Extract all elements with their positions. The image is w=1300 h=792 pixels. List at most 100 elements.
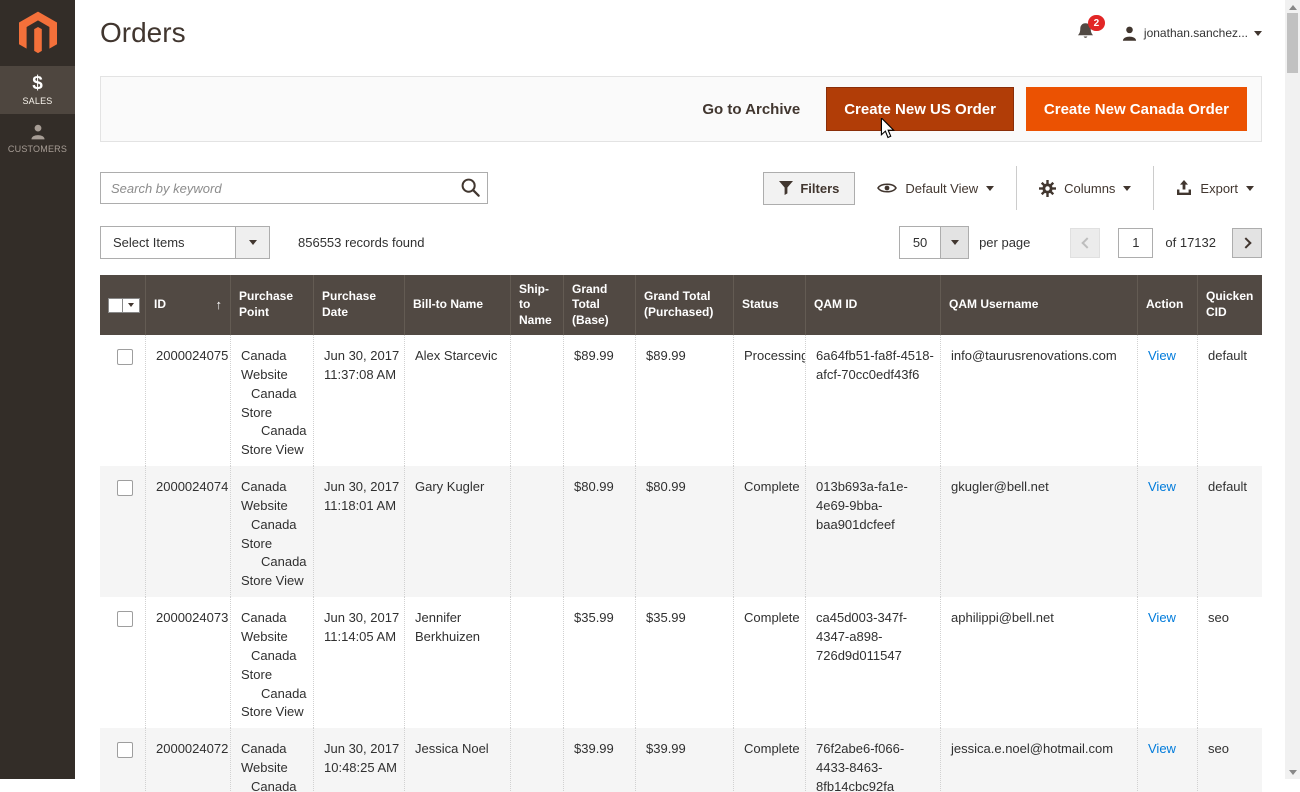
- select-all-control[interactable]: [108, 298, 140, 313]
- cell-grand-total-purchased: $39.99: [635, 728, 733, 792]
- cell-status: Complete: [733, 597, 805, 728]
- per-page-dropdown[interactable]: 50: [899, 226, 969, 259]
- cell-bill-to-name: Alex Starcevic: [404, 335, 510, 466]
- view-selector[interactable]: Default View: [869, 181, 1002, 196]
- store-group: Canada Store: [241, 778, 309, 792]
- page-title: Orders: [100, 17, 186, 49]
- scroll-down-arrow-icon[interactable]: [1285, 765, 1300, 779]
- scroll-up-arrow-icon[interactable]: [1285, 0, 1300, 14]
- row-checkbox[interactable]: [117, 611, 133, 627]
- column-header-purchase-date[interactable]: Purchase Date: [313, 275, 404, 335]
- search-input[interactable]: [100, 172, 488, 204]
- magento-logo[interactable]: [0, 0, 75, 66]
- cell-ship-to-name: [510, 728, 563, 792]
- sidebar-item-customers[interactable]: CUSTOMERS: [0, 114, 75, 162]
- magento-logo-icon: [19, 11, 57, 55]
- store-website: Canada Website: [241, 478, 309, 516]
- records-found-text: 856553 records found: [298, 235, 424, 250]
- per-page-value: 50: [900, 235, 940, 250]
- view-order-link[interactable]: View: [1148, 610, 1176, 625]
- export-icon: [1176, 180, 1192, 196]
- store-view: Canada Store View: [241, 422, 309, 460]
- current-page-input[interactable]: [1118, 228, 1153, 258]
- scrollbar-thumb[interactable]: [1287, 13, 1298, 73]
- store-website: Canada Website: [241, 740, 309, 778]
- column-header-status[interactable]: Status: [733, 275, 805, 335]
- notifications-button[interactable]: 2: [1076, 22, 1095, 44]
- create-new-us-order-button[interactable]: Create New US Order: [826, 87, 1014, 131]
- sort-ascending-icon[interactable]: ↑: [216, 297, 223, 314]
- column-header-purchase-point[interactable]: Purchase Point: [230, 275, 313, 335]
- cell-purchase-date: Jun 30, 2017 10:48:25 AM: [313, 728, 404, 792]
- columns-selector[interactable]: Columns: [1031, 180, 1139, 197]
- table-row: 2000024072 Canada Website Canada Store C…: [100, 728, 1262, 792]
- cell-purchase-date: Jun 30, 2017 11:18:01 AM: [313, 466, 404, 597]
- cell-ship-to-name: [510, 466, 563, 597]
- cell-quicken-cid: default: [1197, 466, 1262, 597]
- page-actions-toolbar: Go to Archive Create New US Order Create…: [100, 76, 1262, 142]
- create-new-canada-order-button[interactable]: Create New Canada Order: [1026, 87, 1247, 131]
- per-page-label: per page: [979, 235, 1030, 250]
- row-checkbox[interactable]: [117, 349, 133, 365]
- row-checkbox[interactable]: [117, 742, 133, 758]
- cell-purchase-point: Canada Website Canada Store Canada Store…: [230, 728, 313, 792]
- select-all-checkbox[interactable]: [108, 298, 123, 313]
- column-header-qam-username[interactable]: QAM Username: [940, 275, 1137, 335]
- filters-button[interactable]: Filters: [763, 172, 855, 205]
- column-header-quicken-cid[interactable]: Quicken CID: [1197, 275, 1262, 335]
- main-content: Orders 2 jonathan.sanchez... Go to Archi…: [75, 0, 1285, 779]
- cell-qam-id: 6a64fb51-fa8f-4518-afcf-70cc0edf43f6: [805, 335, 940, 466]
- page-header: Orders 2 jonathan.sanchez...: [75, 0, 1285, 66]
- vertical-scrollbar[interactable]: [1285, 0, 1300, 779]
- cell-ship-to-name: [510, 335, 563, 466]
- cell-quicken-cid: seo: [1197, 728, 1262, 792]
- column-header-qam-id[interactable]: QAM ID: [805, 275, 940, 335]
- chevron-down-icon: [235, 227, 269, 258]
- notification-count-badge: 2: [1088, 15, 1105, 31]
- cell-purchase-point: Canada Website Canada Store Canada Store…: [230, 597, 313, 728]
- sidebar-item-label: SALES: [22, 96, 52, 106]
- grid-filter-bar: Filters Default View: [100, 166, 1262, 210]
- select-items-dropdown[interactable]: Select Items: [100, 226, 270, 259]
- export-button[interactable]: Export: [1168, 180, 1262, 196]
- view-order-link[interactable]: View: [1148, 741, 1176, 756]
- cell-purchase-point: Canada Website Canada Store Canada Store…: [230, 335, 313, 466]
- chevron-right-icon: [1240, 237, 1251, 248]
- grid-body: 2000024075 Canada Website Canada Store C…: [100, 335, 1262, 792]
- admin-sidebar: $ SALES CUSTOMERS: [0, 0, 75, 779]
- view-label: Default View: [905, 181, 978, 196]
- column-header-grand-total-purchased[interactable]: Grand Total (Purchased): [635, 275, 733, 335]
- chevron-down-icon[interactable]: [123, 298, 140, 313]
- admin-user-menu[interactable]: jonathan.sanchez...: [1121, 25, 1262, 42]
- table-row: 2000024074 Canada Website Canada Store C…: [100, 466, 1262, 597]
- store-website: Canada Website: [241, 347, 309, 385]
- view-order-link[interactable]: View: [1148, 479, 1176, 494]
- next-page-button[interactable]: [1232, 228, 1262, 258]
- columns-label: Columns: [1064, 181, 1115, 196]
- previous-page-button: [1070, 228, 1100, 258]
- search-icon[interactable]: [460, 177, 481, 201]
- cell-grand-total-purchased: $80.99: [635, 466, 733, 597]
- cell-order-id: 2000024075: [145, 335, 230, 466]
- cell-purchase-date: Jun 30, 2017 11:37:08 AM: [313, 335, 404, 466]
- cell-qam-username: aphilippi@bell.net: [940, 597, 1137, 728]
- column-header-bill-to-name[interactable]: Bill-to Name: [404, 275, 510, 335]
- dollar-icon: $: [32, 74, 43, 93]
- cell-order-id: 2000024072: [145, 728, 230, 792]
- column-header-id[interactable]: ID ↑: [145, 275, 230, 335]
- view-order-link[interactable]: View: [1148, 348, 1176, 363]
- row-checkbox[interactable]: [117, 480, 133, 496]
- cell-order-id: 2000024074: [145, 466, 230, 597]
- column-header-grand-total-base[interactable]: Grand Total (Base): [563, 275, 635, 335]
- cell-qam-username: info@taurusrenovations.com: [940, 335, 1137, 466]
- table-row: 2000024073 Canada Website Canada Store C…: [100, 597, 1262, 728]
- export-label: Export: [1200, 181, 1238, 196]
- chevron-left-icon: [1081, 237, 1092, 248]
- store-website: Canada Website: [241, 609, 309, 647]
- column-header-ship-to-name[interactable]: Ship-to Name: [510, 275, 563, 335]
- store-view: Canada Store View: [241, 553, 309, 591]
- sidebar-item-sales[interactable]: $ SALES: [0, 66, 75, 114]
- cell-purchase-point: Canada Website Canada Store Canada Store…: [230, 466, 313, 597]
- select-items-label: Select Items: [101, 235, 235, 250]
- go-to-archive-link[interactable]: Go to Archive: [702, 101, 800, 118]
